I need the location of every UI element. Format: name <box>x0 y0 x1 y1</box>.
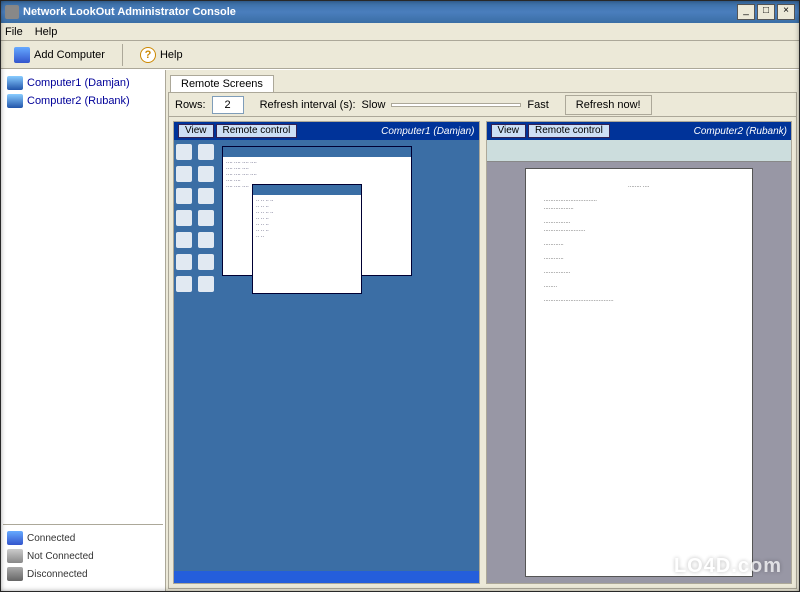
screen-grid: View Remote control Computer1 (Damjan) ·… <box>169 117 796 588</box>
sidebar: Computer1 (Damjan) Computer2 (Rubank) Co… <box>1 70 166 591</box>
remote-doc-area: ········ ···· ··························… <box>487 162 792 583</box>
rows-label: Rows: <box>175 99 206 111</box>
monitor-icon <box>7 94 23 108</box>
menu-file[interactable]: File <box>5 26 23 38</box>
remote-document: ········ ···· ··························… <box>525 168 753 577</box>
toolbar: Add Computer ? Help <box>1 41 799 69</box>
tree-item-computer2[interactable]: Computer2 (Rubank) <box>3 92 163 110</box>
card-title: Computer1 (Damjan) <box>299 126 474 137</box>
tabstrip: Remote Screens <box>168 72 797 92</box>
refresh-label: Refresh interval (s): <box>260 99 356 111</box>
refresh-now-button[interactable]: Refresh now! <box>565 95 652 115</box>
screen-card-computer1: View Remote control Computer1 (Damjan) ·… <box>173 121 480 584</box>
card-header: View Remote control Computer2 (Rubank) <box>487 122 792 140</box>
tree-item-computer1[interactable]: Computer1 (Damjan) <box>3 74 163 92</box>
control-bar: Rows: Refresh interval (s): Slow Fast Re… <box>169 93 796 117</box>
help-icon: ? <box>140 47 156 63</box>
help-label: Help <box>160 49 183 61</box>
help-button[interactable]: ? Help <box>133 44 190 66</box>
close-button[interactable]: × <box>777 4 795 20</box>
minimize-button[interactable]: _ <box>737 4 755 20</box>
tree-item-label: Computer1 (Damjan) <box>27 77 130 89</box>
legend-label: Connected <box>27 533 75 544</box>
add-computer-label: Add Computer <box>34 49 105 61</box>
legend-disconnected: Disconnected <box>5 565 161 583</box>
rows-input[interactable] <box>212 96 244 114</box>
menu-help[interactable]: Help <box>35 26 58 38</box>
screen-thumbnail[interactable]: ···· ···· ···· ········ ···· ········ ··… <box>174 140 479 583</box>
card-title: Computer2 (Rubank) <box>612 126 787 137</box>
maximize-button[interactable]: □ <box>757 4 775 20</box>
desktop-icons <box>176 144 216 292</box>
add-computer-button[interactable]: Add Computer <box>7 44 112 66</box>
tab-remote-screens[interactable]: Remote Screens <box>170 75 274 92</box>
status-icon-not-connected <box>7 549 23 563</box>
legend-label: Not Connected <box>27 551 94 562</box>
screen-card-computer2: View Remote control Computer2 (Rubank) ·… <box>486 121 793 584</box>
app-window: Network LookOut Administrator Console _ … <box>0 0 800 592</box>
tree-item-label: Computer2 (Rubank) <box>27 95 130 107</box>
titlebar: Network LookOut Administrator Console _ … <box>1 1 799 23</box>
main-panel: Remote Screens Rows: Refresh interval (s… <box>166 70 799 591</box>
computer-tree: Computer1 (Damjan) Computer2 (Rubank) <box>3 74 163 524</box>
slow-label: Slow <box>362 99 386 111</box>
body: Computer1 (Damjan) Computer2 (Rubank) Co… <box>1 69 799 591</box>
app-icon <box>5 5 19 19</box>
card-header: View Remote control Computer1 (Damjan) <box>174 122 479 140</box>
remote-taskbar <box>174 571 479 583</box>
screen-thumbnail[interactable]: ········ ···· ··························… <box>487 140 792 583</box>
remote-control-button[interactable]: Remote control <box>216 124 298 138</box>
fast-label: Fast <box>527 99 548 111</box>
computer-icon <box>14 47 30 63</box>
toolbar-separator <box>122 44 123 66</box>
monitor-icon <box>7 76 23 90</box>
remote-window: ·· ·· ·· ···· ·· ···· ·· ·· ···· ·· ····… <box>252 184 362 294</box>
menubar: File Help <box>1 23 799 41</box>
remote-control-button[interactable]: Remote control <box>528 124 610 138</box>
status-icon-disconnected <box>7 567 23 581</box>
status-icon-connected <box>7 531 23 545</box>
view-button[interactable]: View <box>178 124 214 138</box>
tabpanel: Rows: Refresh interval (s): Slow Fast Re… <box>168 92 797 589</box>
window-title: Network LookOut Administrator Console <box>23 6 737 18</box>
legend-connected: Connected <box>5 529 161 547</box>
remote-app-toolbar <box>487 140 792 162</box>
view-button[interactable]: View <box>491 124 527 138</box>
legend-not-connected: Not Connected <box>5 547 161 565</box>
legend: Connected Not Connected Disconnected <box>3 524 163 587</box>
refresh-slider[interactable] <box>391 103 521 107</box>
legend-label: Disconnected <box>27 569 88 580</box>
